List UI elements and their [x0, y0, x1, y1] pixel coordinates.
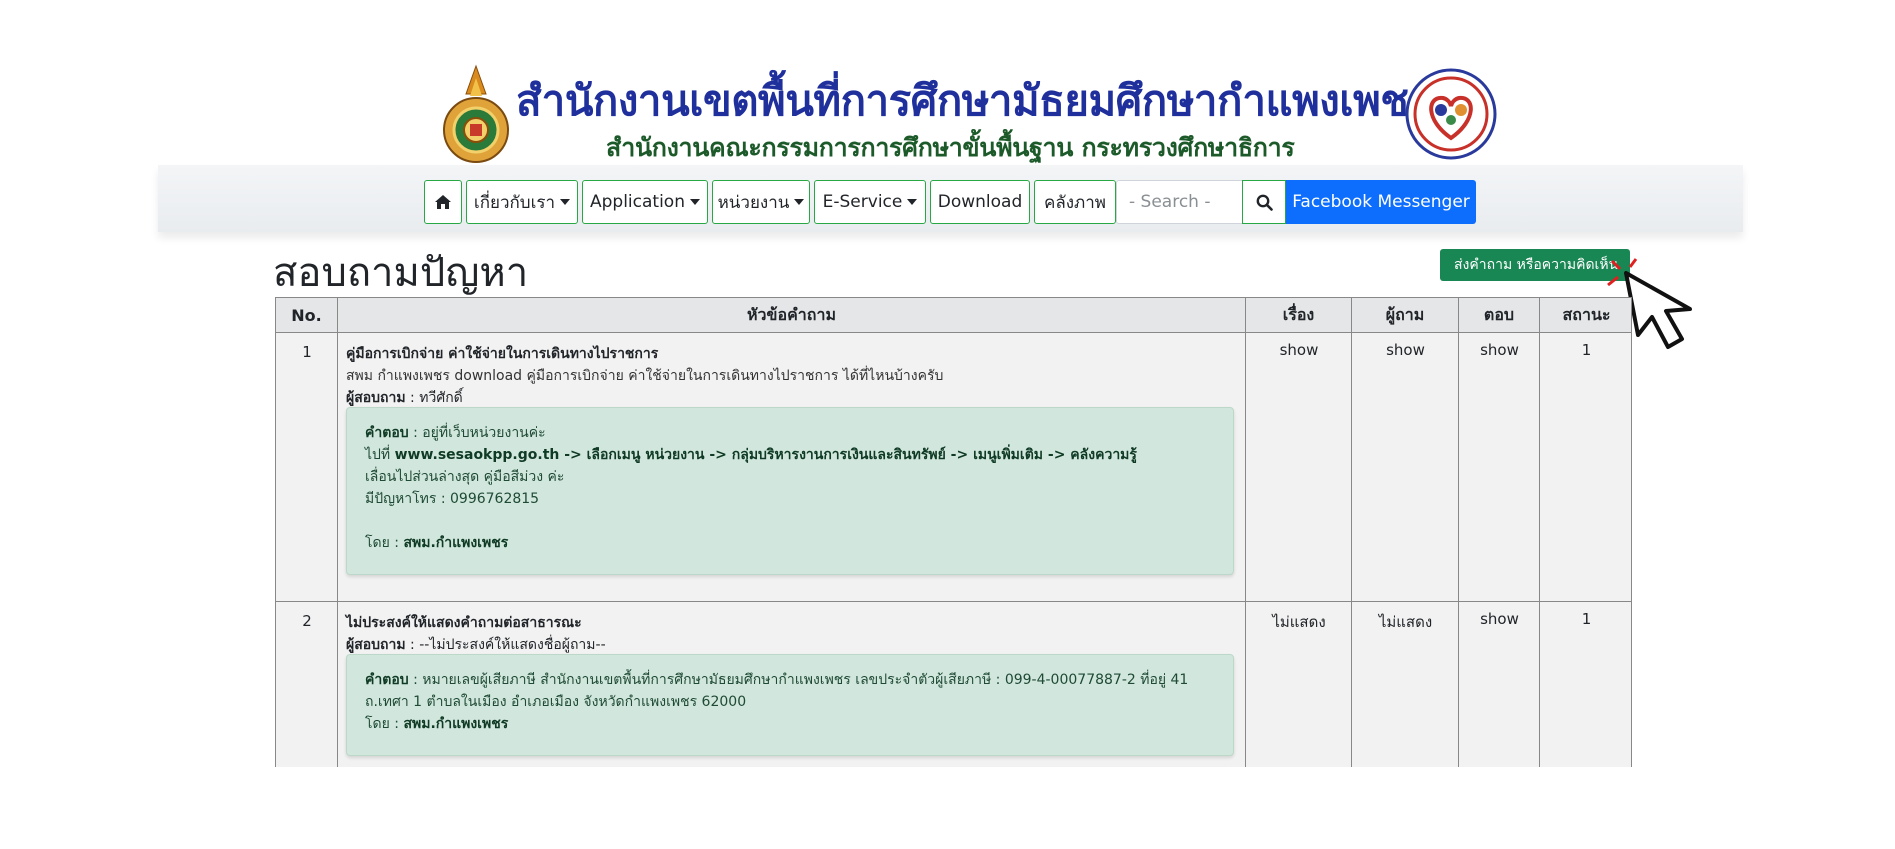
site-subtitle: สำนักงานคณะกรรมการการศึกษาขั้นพื้นฐาน กร…: [606, 133, 1295, 162]
reply-show-link[interactable]: show: [1459, 610, 1540, 628]
nav-gallery-link[interactable]: คลังภาพ: [1034, 180, 1116, 224]
home-icon: [435, 195, 451, 209]
table-row: 1 คู่มือการเบิกจ่าย ค่าใช้จ่ายในการเดินท…: [276, 333, 1631, 602]
header-asker: ผู้ถาม: [1352, 298, 1459, 332]
nav-about-dropdown[interactable]: เกี่ยวกับเรา: [466, 180, 578, 224]
ministry-emblem-logo: [443, 64, 509, 163]
asker-hidden-label: ไม่แสดง: [1378, 613, 1433, 631]
row-number: 1: [302, 343, 312, 361]
asker-show-link[interactable]: show: [1352, 341, 1459, 359]
answer-box: คำตอบ : อยู่ที่เว็บหน่วยงานค่ะ ไปที่ www…: [346, 407, 1234, 575]
question-body: สพม กำแพงเพชร download คู่มือการเบิกจ่าย…: [346, 368, 944, 384]
nav-eservice-dropdown[interactable]: E-Service: [814, 180, 926, 224]
chevron-down-icon: [690, 199, 700, 205]
submit-question-button[interactable]: ส่งคำถาม หรือความคิดเห็น: [1440, 249, 1630, 281]
submit-question-label: ส่งคำถาม หรือความคิดเห็น: [1454, 257, 1619, 273]
nav-download-link[interactable]: Download: [930, 180, 1030, 224]
nav-download-label: Download: [937, 192, 1023, 212]
nav-gallery-label: คลังภาพ: [1043, 192, 1107, 213]
nav-agency-dropdown[interactable]: หน่วยงาน: [712, 180, 810, 224]
status-value: 1: [1581, 341, 1592, 359]
question-asker: ผู้สอบถาม : ทวีศักดิ์: [346, 390, 463, 406]
header-reply: ตอบ: [1459, 298, 1540, 332]
status-value: 1: [1581, 610, 1592, 628]
reply-show-link[interactable]: show: [1459, 341, 1540, 359]
site-title: สำนักงานเขตพื้นที่การศึกษามัธยมศึกษากำแพ…: [516, 76, 1431, 125]
subject-show-link[interactable]: show: [1246, 341, 1352, 359]
nav-about-label: เกี่ยวกับเรา: [473, 192, 556, 213]
nav-eservice-label: E-Service: [822, 192, 903, 212]
facebook-messenger-button[interactable]: Facebook Messenger: [1286, 180, 1476, 224]
chevron-down-icon: [794, 199, 805, 205]
search-input[interactable]: - Search -: [1116, 180, 1242, 224]
header-no: No.: [276, 298, 338, 332]
office-seal-logo: [1405, 68, 1497, 160]
nav-agency-label: หน่วยงาน: [717, 192, 790, 213]
page-title: สอบถามปัญหา: [273, 250, 529, 296]
nav-application-label: Application: [590, 192, 685, 212]
question-title: คู่มือการเบิกจ่าย ค่าใช้จ่ายในการเดินทาง…: [346, 346, 659, 362]
home-button[interactable]: [424, 180, 462, 224]
questions-table: No. หัวข้อคำถาม เรื่อง ผู้ถาม ตอบ สถานะ …: [275, 297, 1632, 767]
search-button[interactable]: [1242, 180, 1286, 224]
search-icon: [1256, 194, 1273, 211]
header-topic: หัวข้อคำถาม: [338, 298, 1246, 332]
header-status: สถานะ: [1562, 304, 1611, 324]
question-asker: ผู้สอบถาม : --ไม่ประสงค์ให้แสดงชื่อผู้ถา…: [346, 637, 606, 653]
table-row: 2 ไม่ประสงค์ให้แสดงคำถามต่อสาธารณะ ผู้สอ…: [276, 602, 1631, 767]
nav-application-dropdown[interactable]: Application: [582, 180, 708, 224]
question-title: ไม่ประสงค์ให้แสดงคำถามต่อสาธารณะ: [346, 615, 582, 631]
subject-hidden-label: ไม่แสดง: [1272, 613, 1326, 631]
table-header: No. หัวข้อคำถาม เรื่อง ผู้ถาม ตอบ สถานะ: [276, 297, 1631, 333]
chevron-down-icon: [560, 199, 571, 205]
search-placeholder: - Search -: [1129, 192, 1211, 212]
row-number: 2: [302, 612, 312, 630]
answer-box: คำตอบ : หมายเลขผู้เสียภาษี สำนักงานเขตพื…: [346, 654, 1234, 756]
header-subject: เรื่อง: [1246, 298, 1352, 332]
chevron-down-icon: [907, 199, 918, 205]
